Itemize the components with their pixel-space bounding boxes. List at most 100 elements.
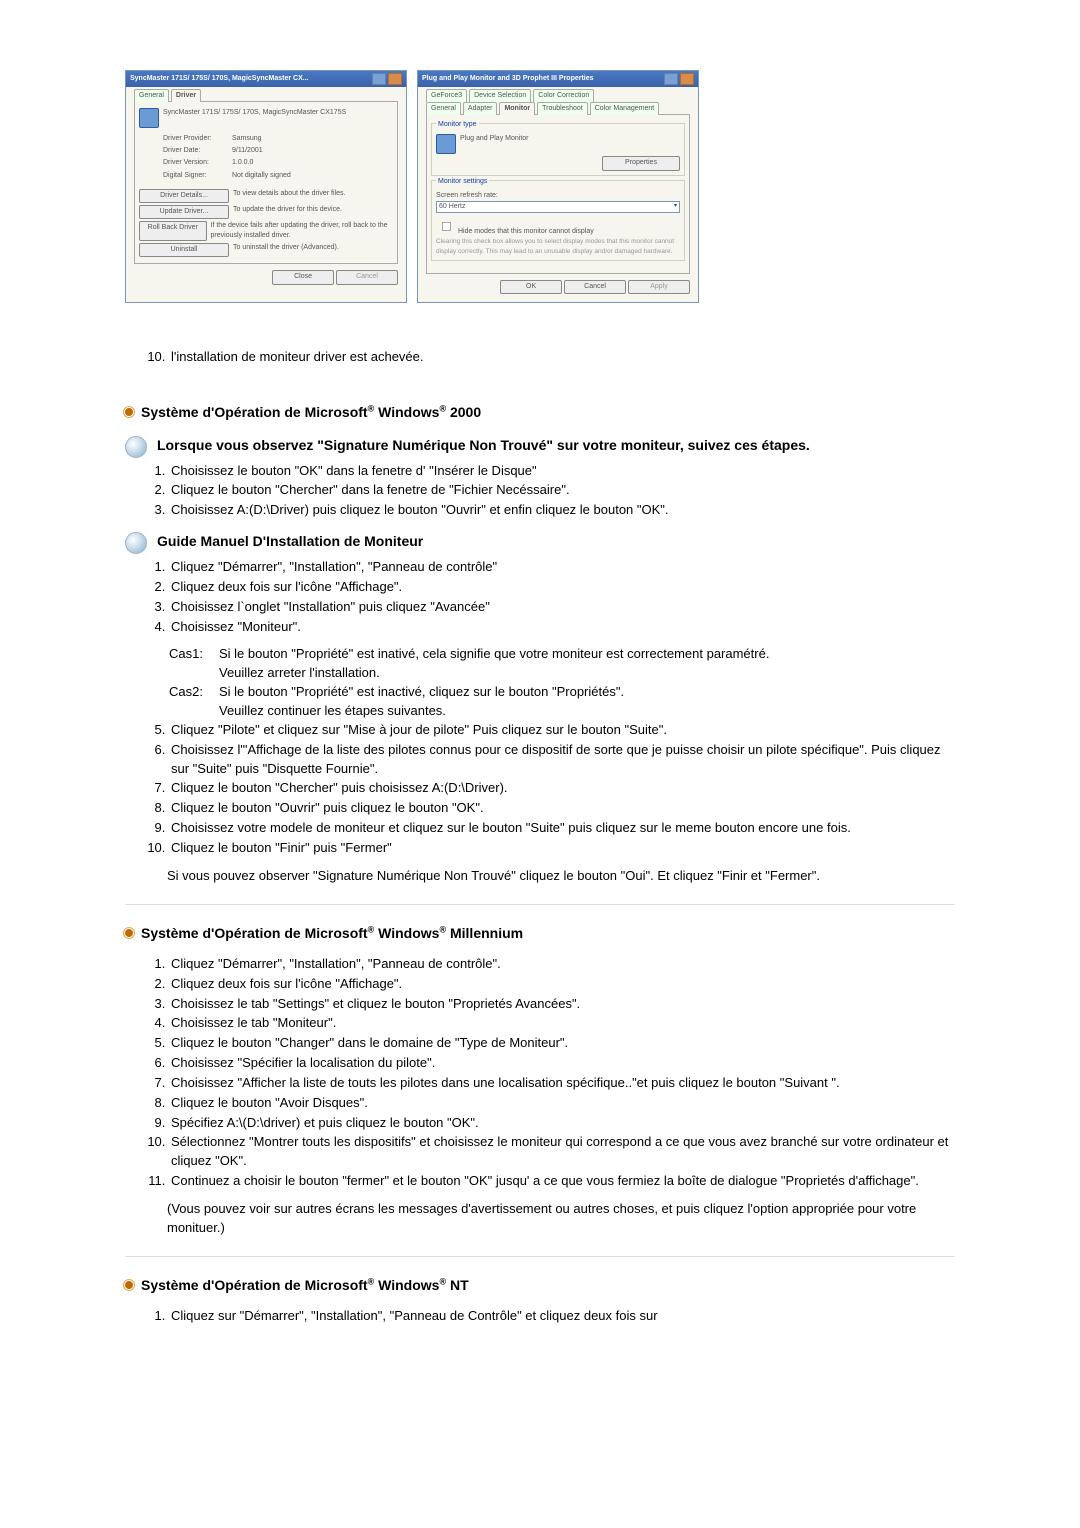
driver-details-button[interactable]: Driver Details...	[139, 189, 229, 203]
case-block: Cas1:Si le bouton "Propriété" est inativ…	[169, 645, 955, 720]
date-value: 9/11/2001	[232, 146, 263, 156]
uninstall-button[interactable]: Uninstall	[139, 243, 229, 257]
signer-value: Not digitally signed	[232, 171, 291, 181]
uninstall-desc: To uninstall the driver (Advanced).	[233, 243, 339, 257]
os-2000-heading: Système d'Opération de Microsoft® Window…	[125, 402, 955, 422]
help-icon[interactable]	[664, 73, 678, 85]
ok-button[interactable]: OK	[500, 280, 562, 294]
dialog2-tabs-bottom: General Adapter Monitor Troubleshoot Col…	[426, 102, 690, 115]
provider-value: Samsung	[232, 134, 262, 144]
monitor-type-value: Plug and Play Monitor	[460, 134, 528, 154]
os2000-manual-steps: Cliquez "Démarrer", "Installation", "Pan…	[125, 558, 955, 637]
tab-color-management[interactable]: Color Management	[590, 102, 660, 115]
residual-step-list: l'installation de moniteur driver est ac…	[125, 348, 955, 368]
osme-9: Spécifiez A:\(D:\driver) et puis cliquez…	[169, 1114, 955, 1134]
provider-label: Driver Provider:	[163, 134, 228, 144]
dialog1-title: SyncMaster 171S/ 175S/ 170S, MagicSyncMa…	[130, 74, 309, 84]
tab-troubleshoot[interactable]: Troubleshoot	[537, 102, 588, 115]
heading-pre-me: Système d'Opération de Microsoft	[141, 925, 368, 941]
chevron-down-icon: ▾	[674, 202, 677, 212]
os2000-manual-steps-cont: Cliquez "Pilote" et cliquez sur "Mise à …	[125, 721, 955, 859]
rollback-driver-button[interactable]: Roll Back Driver	[139, 221, 207, 241]
os2000-warn-steps: Choisissez le bouton "OK" dans la fenetr…	[125, 462, 955, 522]
osme-4: Choisissez le tab "Moniteur".	[169, 1014, 955, 1034]
osme-note: (Vous pouvez voir sur autres écrans les …	[167, 1200, 955, 1238]
os2000-b-3: Choisissez l`onglet "Installation" puis …	[169, 598, 955, 618]
cancel-button: Cancel	[336, 270, 398, 284]
hide-modes-label: Hide modes that this monitor cannot disp…	[458, 228, 594, 235]
cd-icon	[125, 532, 147, 554]
case1-line2: Veuillez arreter l'installation.	[219, 664, 380, 683]
osnt-steps: Cliquez sur "Démarrer", "Installation", …	[125, 1307, 955, 1327]
monitor-icon	[436, 134, 456, 154]
bullet-icon	[125, 929, 133, 937]
update-driver-desc: To update the driver for this device.	[233, 205, 342, 219]
properties-button[interactable]: Properties	[602, 156, 680, 170]
date-label: Driver Date:	[163, 146, 228, 156]
separator	[125, 904, 955, 905]
case2-line2: Veuillez continuer les étapes suivantes.	[219, 702, 446, 721]
close-icon[interactable]	[680, 73, 694, 85]
refresh-label: Screen refresh rate:	[436, 191, 680, 201]
version-label: Driver Version:	[163, 158, 228, 168]
page-container: SyncMaster 171S/ 175S/ 170S, MagicSyncMa…	[0, 0, 1080, 1405]
osme-3: Choisissez le tab "Settings" et cliquez …	[169, 995, 955, 1015]
osme-11: Continuez a choisir le bouton "fermer" e…	[169, 1172, 955, 1192]
osme-10: Sélectionnez "Montrer touts les disposit…	[169, 1133, 955, 1172]
monitor-type-legend: Monitor type	[436, 121, 479, 128]
heading-pre: Système d'Opération de Microsoft	[141, 404, 368, 420]
os2000-b-2: Cliquez deux fois sur l'icône "Affichage…	[169, 578, 955, 598]
tab-general[interactable]: General	[134, 89, 169, 102]
os2000-a-1: Choisissez le bouton "OK" dans la fenetr…	[169, 462, 955, 482]
osme-6: Choisissez "Spécifier la localisation du…	[169, 1054, 955, 1074]
os2000-b-1: Cliquez "Démarrer", "Installation", "Pan…	[169, 558, 955, 578]
tab-adapter[interactable]: Adapter	[463, 102, 498, 115]
cd-icon	[125, 436, 147, 458]
close-button[interactable]: Close	[272, 270, 334, 284]
os2000-c-8: Cliquez le bouton "Ouvrir" puis cliquez …	[169, 799, 955, 819]
tab-color-correction[interactable]: Color Correction	[533, 89, 594, 102]
close-icon[interactable]	[388, 73, 402, 85]
osnt-1: Cliquez sur "Démarrer", "Installation", …	[169, 1307, 955, 1327]
tab-general2[interactable]: General	[426, 102, 461, 115]
osme-5: Cliquez le bouton "Changer" dans le doma…	[169, 1034, 955, 1054]
driver-details-desc: To view details about the driver files.	[233, 189, 345, 203]
os-me-heading: Système d'Opération de Microsoft® Window…	[125, 923, 955, 943]
bullet-icon	[125, 408, 133, 416]
refresh-rate-select[interactable]: 60 Hertz ▾	[436, 201, 680, 213]
refresh-rate-value: 60 Hertz	[439, 202, 465, 212]
cancel-button2[interactable]: Cancel	[564, 280, 626, 294]
dialog-pair: SyncMaster 171S/ 175S/ 170S, MagicSyncMa…	[125, 70, 955, 303]
heading-mid: Windows	[374, 404, 439, 420]
monitor-icon	[139, 108, 159, 128]
osme-7: Choisissez "Afficher la liste de touts l…	[169, 1074, 955, 1094]
tab-device-selection[interactable]: Device Selection	[469, 89, 531, 102]
heading-suf-me: Millennium	[446, 925, 523, 941]
os2000-a-2: Cliquez le bouton "Chercher" dans la fen…	[169, 481, 955, 501]
tab-monitor[interactable]: Monitor	[499, 102, 535, 115]
os2000-note: Si vous pouvez observer "Signature Numér…	[167, 867, 955, 886]
sig-warning-heading: Lorsque vous observez "Signature Numériq…	[125, 435, 955, 458]
rollback-driver-desc: If the device fails after updating the d…	[211, 221, 393, 241]
heading-mid-nt: Windows	[374, 1277, 439, 1293]
dialog2-titlebar: Plug and Play Monitor and 3D Prophet III…	[418, 71, 698, 87]
os2000-b-4: Choisissez "Moniteur".	[169, 618, 955, 638]
os2000-a-3: Choisissez A:(D:\Driver) puis cliquez le…	[169, 501, 955, 521]
dialog-monitor-properties: Plug and Play Monitor and 3D Prophet III…	[417, 70, 699, 303]
dialog-driver-properties: SyncMaster 171S/ 175S/ 170S, MagicSyncMa…	[125, 70, 407, 303]
step-10: l'installation de moniteur driver est ac…	[169, 348, 955, 368]
bullet-icon	[125, 1281, 133, 1289]
help-icon[interactable]	[372, 73, 386, 85]
osme-1: Cliquez "Démarrer", "Installation", "Pan…	[169, 955, 955, 975]
update-driver-button[interactable]: Update Driver...	[139, 205, 229, 219]
case2-label: Cas2:	[169, 683, 219, 702]
separator	[125, 1256, 955, 1257]
tab-driver[interactable]: Driver	[171, 89, 201, 102]
tab-geforce3[interactable]: GeForce3	[426, 89, 467, 102]
hide-modes-checkbox[interactable]	[442, 222, 451, 231]
signer-label: Digital Signer:	[163, 171, 228, 181]
sig-warning-text: Lorsque vous observez "Signature Numériq…	[157, 435, 810, 455]
manual-guide-heading: Guide Manuel D'Installation de Moniteur	[125, 531, 955, 554]
os2000-c-6: Choisissez l"'Affichage de la liste des …	[169, 741, 955, 780]
case1-label: Cas1:	[169, 645, 219, 664]
